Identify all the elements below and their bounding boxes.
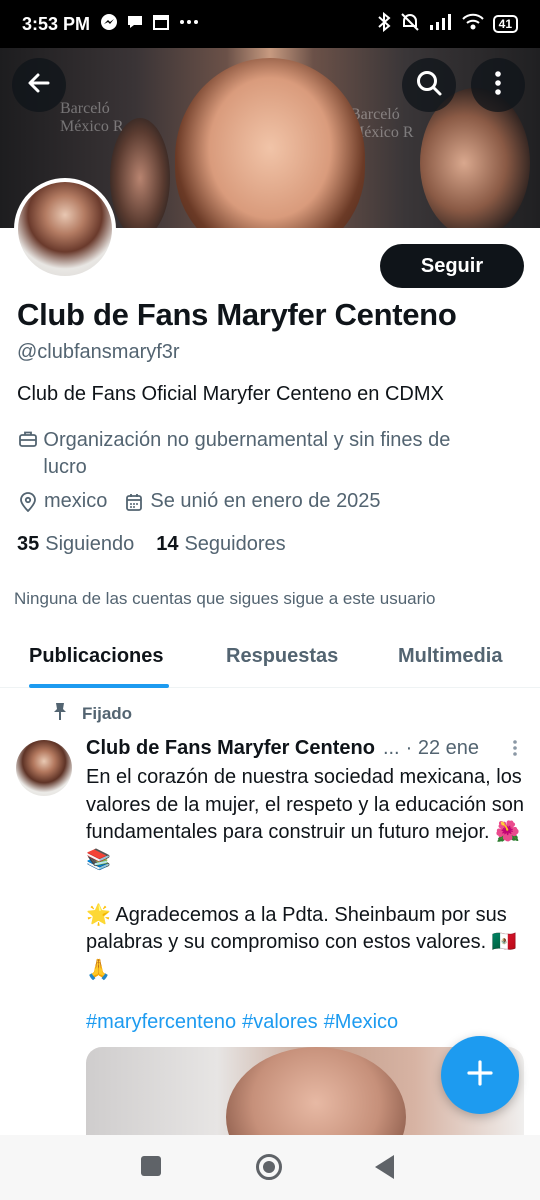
post-author-avatar[interactable] (16, 740, 72, 796)
banner-person-left (110, 118, 170, 228)
pinned-label: Fijado (82, 703, 133, 723)
following-label: Siguiendo (45, 533, 135, 555)
post-header: Club de Fans Maryfer Centeno ... · 22 en… (86, 737, 526, 760)
followers-count: 14 (156, 533, 179, 555)
wifi-icon (461, 13, 484, 36)
chat-bubble-icon (126, 13, 144, 36)
post-media-person (226, 1047, 406, 1135)
recent-apps-button[interactable] (141, 1156, 161, 1176)
post-paragraph-2: 🌟 Agradecemos a la Pdta. Sheinbaum por s… (86, 903, 517, 981)
active-tab-indicator (29, 684, 169, 688)
mutual-followers-note: Ninguna de las cuentas que sigues sigue … (14, 589, 436, 608)
tab-publicaciones[interactable]: Publicaciones (29, 645, 164, 668)
profile-tabs: Publicaciones Respuestas Multimedia (0, 632, 540, 688)
plus-icon (466, 1059, 494, 1092)
banner-person-center (175, 58, 365, 228)
search-icon (415, 69, 443, 102)
hashtag-link[interactable]: #maryfercenteno (86, 1011, 236, 1033)
profile-location-joined: mexico Se unió en enero de 2025 (17, 490, 381, 513)
post-author-name[interactable]: Club de Fans Maryfer Centeno (86, 737, 375, 760)
location-pin-icon (17, 492, 39, 512)
compose-post-button[interactable] (441, 1036, 519, 1114)
profile-category: Organización no gubernamental y sin fine… (17, 427, 487, 481)
profile-joined: Se unió en enero de 2025 (150, 490, 381, 512)
bluetooth-icon (377, 11, 391, 37)
profile-counts: 35 Siguiendo 14 Seguidores (17, 533, 286, 556)
profile-avatar[interactable] (14, 178, 116, 280)
calendar-icon (123, 492, 145, 512)
post-more-button[interactable] (512, 739, 518, 763)
status-bar: 3:53 PM 41 (0, 0, 540, 48)
status-time: 3:53 PM (22, 13, 91, 34)
more-vertical-icon (512, 740, 518, 762)
hashtag-link[interactable]: #valores (242, 1011, 318, 1033)
calendar-icon (152, 13, 170, 36)
profile-handle: @clubfansmaryf3r (17, 341, 180, 363)
profile-category-text: Organización no gubernamental y sin fine… (43, 429, 451, 478)
post-body: En el corazón de nuestra sociedad mexica… (86, 764, 526, 984)
tab-multimedia[interactable]: Multimedia (398, 645, 502, 668)
back-button[interactable] (12, 58, 66, 112)
battery-icon: 41 (492, 15, 518, 33)
tab-respuestas[interactable]: Respuestas (226, 645, 338, 668)
follow-button[interactable]: Seguir (380, 244, 524, 288)
followers-label: Seguidores (184, 533, 286, 555)
more-options-button[interactable] (471, 58, 525, 112)
more-horizontal-icon (178, 13, 200, 36)
hashtag-link[interactable]: #Mexico (324, 1011, 398, 1033)
banner-sign-left: Barceló México R (60, 100, 124, 135)
briefcase-icon (17, 429, 38, 449)
profile-bio: Club de Fans Oficial Maryfer Centeno en … (17, 383, 444, 405)
pin-icon (52, 701, 68, 726)
pinned-indicator: Fijado (52, 701, 132, 726)
back-nav-button[interactable] (375, 1155, 394, 1179)
mute-icon (400, 12, 420, 37)
post-hashtags: #maryfercenteno #valores #Mexico (86, 1011, 404, 1034)
following-count: 35 (17, 533, 40, 555)
following-link[interactable]: 35 Siguiendo (17, 533, 134, 556)
more-vertical-icon (494, 70, 502, 101)
followers-link[interactable]: 14 Seguidores (156, 533, 285, 556)
search-button[interactable] (402, 58, 456, 112)
post-date[interactable]: · 22 ene (406, 737, 479, 760)
arrow-left-icon (26, 70, 52, 101)
profile-name: Club de Fans Maryfer Centeno (17, 297, 457, 332)
home-dot-icon (263, 1161, 275, 1173)
post-paragraph-1: En el corazón de nuestra sociedad mexica… (86, 766, 525, 871)
signal-icon (429, 13, 453, 36)
home-button[interactable] (256, 1154, 282, 1180)
system-navigation-bar (0, 1135, 540, 1200)
profile-location: mexico (44, 490, 108, 512)
post-author-truncation: ... (382, 737, 400, 759)
messenger-icon (100, 13, 118, 36)
